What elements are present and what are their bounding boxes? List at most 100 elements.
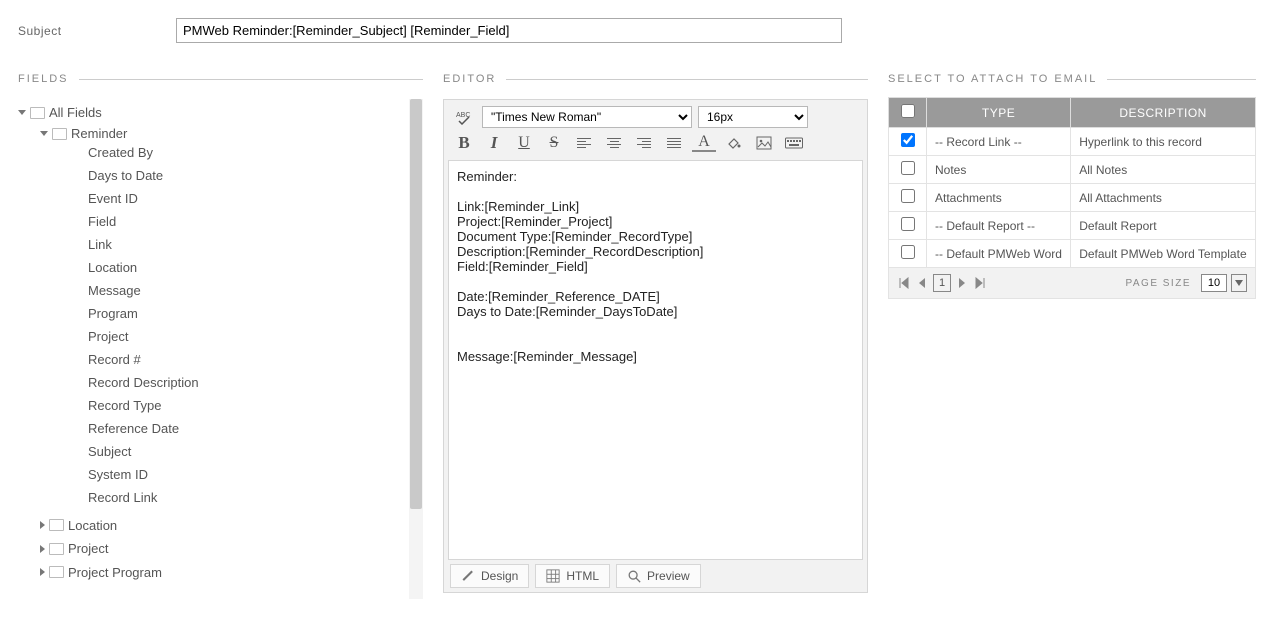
pager-page-number[interactable]: 1 [933, 274, 951, 292]
underline-button[interactable]: U [512, 132, 536, 154]
row-description: Default Report [1071, 212, 1256, 240]
pager-prev-button[interactable] [915, 276, 929, 290]
bold-button[interactable]: B [452, 132, 476, 154]
insert-image-button[interactable] [752, 132, 776, 154]
row-description: All Attachments [1071, 184, 1256, 212]
tree-field[interactable]: Event ID [88, 187, 423, 210]
align-left-button[interactable] [572, 132, 596, 154]
pager-first-button[interactable] [897, 276, 911, 290]
row-checkbox[interactable] [901, 245, 915, 259]
font-color-button[interactable]: A [692, 134, 716, 152]
align-justify-button[interactable] [662, 132, 686, 154]
editor-container: ABC "Times New Roman" 16px B I U S A [443, 99, 868, 593]
spellcheck-button[interactable]: ABC [452, 106, 476, 128]
tree-folder[interactable]: Project [40, 541, 108, 556]
italic-button[interactable]: I [482, 132, 506, 154]
tree-scrollbar[interactable] [409, 99, 423, 599]
table-row: -- Default PMWeb WordDefault PMWeb Word … [889, 240, 1256, 268]
tab-html-label: HTML [566, 569, 599, 583]
divider [1107, 79, 1256, 80]
editor-body[interactable]: Reminder: Link:[Reminder_Link] Project:[… [448, 160, 863, 560]
tree-field[interactable]: Link [88, 233, 423, 256]
table-row: NotesAll Notes [889, 156, 1256, 184]
tree-field[interactable]: Project [88, 325, 423, 348]
strikethrough-button[interactable]: S [542, 132, 566, 154]
fields-section-title: FIELDS [18, 73, 69, 85]
chevron-down-icon [40, 131, 48, 136]
tree-folder[interactable]: Location [40, 518, 117, 533]
subject-label: Subject [18, 24, 176, 38]
tab-html[interactable]: HTML [535, 564, 610, 588]
tab-preview-label: Preview [647, 569, 690, 583]
attach-header-type[interactable]: TYPE [927, 98, 1071, 128]
row-type: -- Default Report -- [927, 212, 1071, 240]
pager-last-button[interactable] [973, 276, 987, 290]
pager-next-button[interactable] [955, 276, 969, 290]
table-row: -- Default Report --Default Report [889, 212, 1256, 240]
tree-field[interactable]: Created By [88, 141, 423, 164]
tree-field[interactable]: Program [88, 302, 423, 325]
editor-section-title: EDITOR [443, 73, 496, 85]
pager-size-dropdown[interactable] [1231, 274, 1247, 292]
tree-field[interactable]: Location [88, 256, 423, 279]
attach-header-description[interactable]: DESCRIPTION [1071, 98, 1256, 128]
attach-section-title: SELECT TO ATTACH TO EMAIL [888, 73, 1097, 85]
fill-color-button[interactable] [722, 132, 746, 154]
tree-folder-label: Project Program [68, 565, 162, 580]
tree-folder[interactable]: Project Program [40, 565, 162, 580]
row-checkbox[interactable] [901, 189, 915, 203]
select-all-checkbox[interactable] [901, 104, 915, 118]
row-description: Default PMWeb Word Template [1071, 240, 1256, 268]
pager: 1 PAGE SIZE [888, 268, 1256, 299]
tree-field[interactable]: Record Description [88, 371, 423, 394]
align-center-button[interactable] [602, 132, 626, 154]
tree-field[interactable]: System ID [88, 463, 423, 486]
tree-field[interactable]: Reference Date [88, 417, 423, 440]
font-size-select[interactable]: 16px [698, 106, 808, 128]
row-type: -- Default PMWeb Word [927, 240, 1071, 268]
align-right-button[interactable] [632, 132, 656, 154]
tree-field[interactable]: Subject [88, 440, 423, 463]
tab-design-label: Design [481, 569, 518, 583]
tree-field[interactable]: Field [88, 210, 423, 233]
folder-icon [49, 519, 64, 531]
table-row: AttachmentsAll Attachments [889, 184, 1256, 212]
folder-icon [49, 543, 64, 555]
tree-field[interactable]: Days to Date [88, 164, 423, 187]
keyboard-button[interactable] [782, 132, 806, 154]
chevron-right-icon [40, 545, 45, 553]
tree-folder-label: All Fields [49, 105, 102, 120]
divider [79, 79, 423, 80]
folder-icon [52, 128, 67, 140]
divider [506, 79, 868, 80]
folder-icon [30, 107, 45, 119]
subject-input[interactable] [176, 18, 842, 43]
tab-design[interactable]: Design [450, 564, 529, 588]
pager-size-input[interactable] [1201, 274, 1227, 292]
folder-icon [49, 566, 64, 578]
row-description: All Notes [1071, 156, 1256, 184]
tree-field[interactable]: Record # [88, 348, 423, 371]
tree-folder-label: Project [68, 541, 108, 556]
font-family-select[interactable]: "Times New Roman" [482, 106, 692, 128]
row-type: Notes [927, 156, 1071, 184]
table-row: -- Record Link --Hyperlink to this recor… [889, 128, 1256, 156]
chevron-down-icon [18, 110, 26, 115]
row-checkbox[interactable] [901, 133, 915, 147]
tree-folder-label: Location [68, 518, 117, 533]
row-description: Hyperlink to this record [1071, 128, 1256, 156]
tree-field[interactable]: Message [88, 279, 423, 302]
tree-folder[interactable]: Reminder [40, 126, 127, 141]
attach-header-checkbox[interactable] [889, 98, 927, 128]
chevron-right-icon [40, 568, 45, 576]
scrollbar-thumb[interactable] [410, 99, 422, 509]
tree-folder-all-fields[interactable]: All Fields [18, 105, 102, 120]
tree-field[interactable]: Record Type [88, 394, 423, 417]
row-type: -- Record Link -- [927, 128, 1071, 156]
pager-size-label: PAGE SIZE [1125, 278, 1191, 289]
attach-table: TYPE DESCRIPTION -- Record Link --Hyperl… [888, 97, 1256, 268]
tab-preview[interactable]: Preview [616, 564, 701, 588]
row-checkbox[interactable] [901, 161, 915, 175]
row-checkbox[interactable] [901, 217, 915, 231]
tree-field[interactable]: Record Link [88, 486, 423, 509]
